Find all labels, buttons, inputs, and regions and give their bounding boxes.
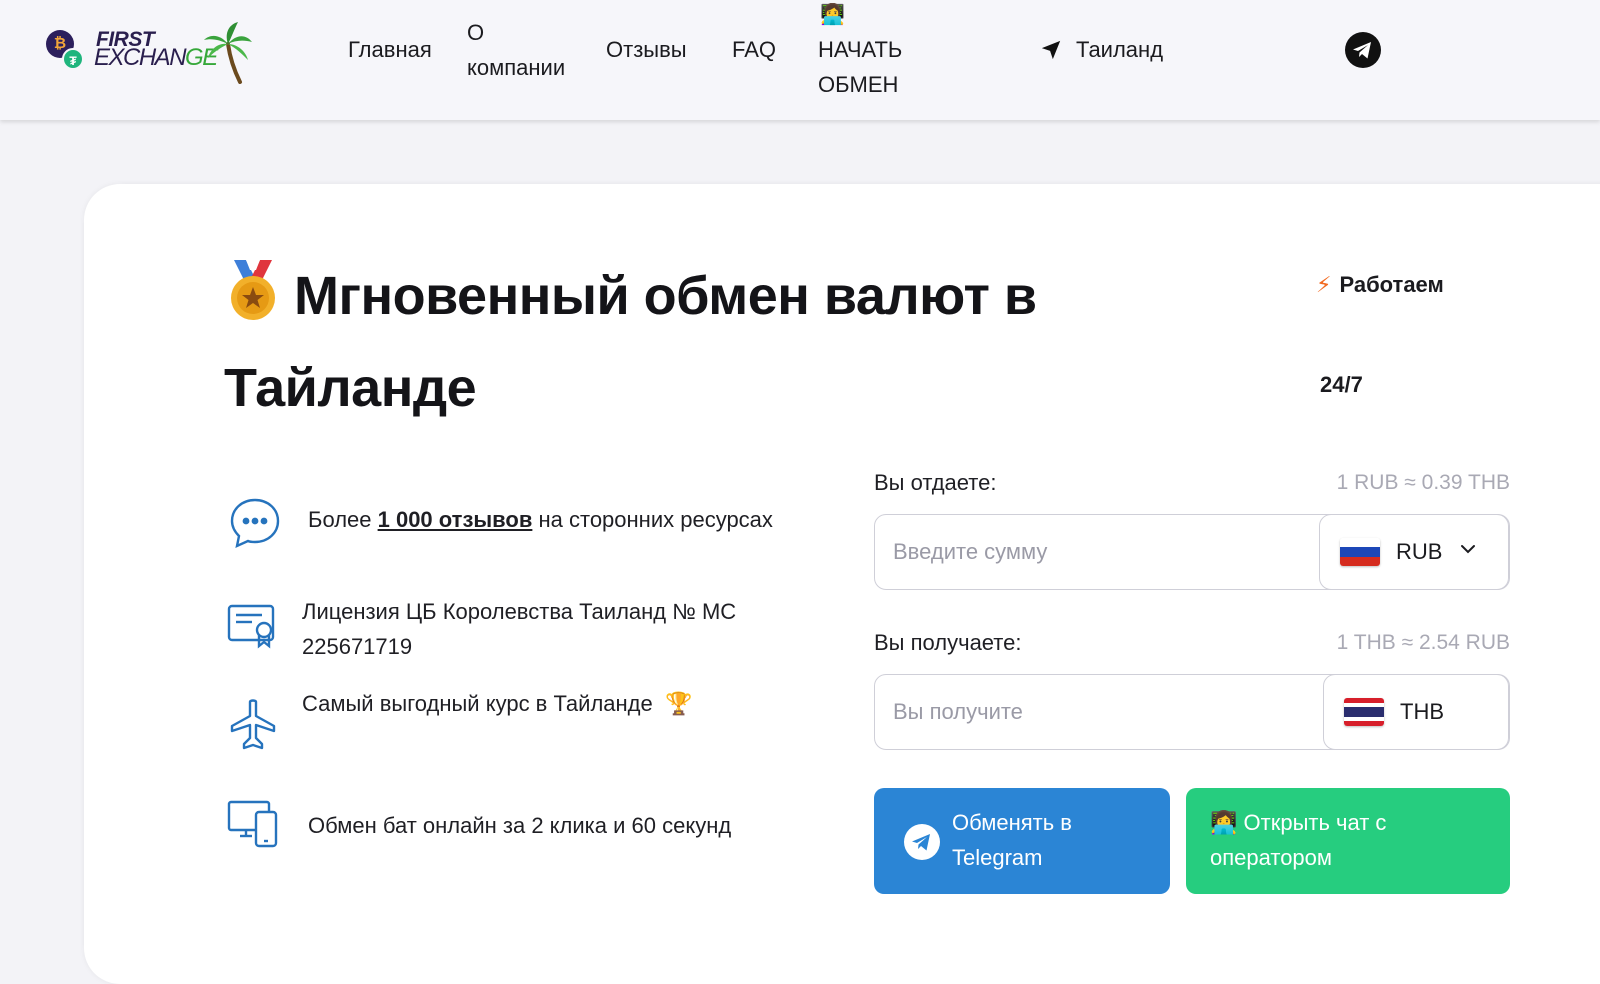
telegram-icon[interactable] — [1345, 32, 1381, 68]
title-line2: Тайланде — [224, 358, 477, 418]
exchange-telegram-button[interactable]: Обменять в Telegram — [874, 788, 1170, 894]
devices-icon — [227, 800, 278, 848]
give-amount-input[interactable] — [893, 533, 1313, 571]
give-currency-label: RUB — [1396, 539, 1443, 564]
title-line1: Мгновенный обмен валют в — [294, 266, 1037, 326]
receive-rate: 1 THB ≈ 2.54 RUB — [1336, 631, 1510, 654]
tether-icon: ₮ — [62, 48, 84, 70]
location-label: Таиланд — [1076, 36, 1164, 62]
nav-home[interactable]: Главная — [348, 32, 432, 67]
exchange-telegram-label: Обменять в Telegram — [952, 810, 1072, 870]
telegram-icon — [904, 824, 940, 860]
airplane-icon — [230, 699, 276, 750]
logo[interactable]: ₿ ₮ FIRST EXCHANGE — [44, 22, 254, 86]
give-currency-select[interactable]: RUB — [1319, 514, 1509, 590]
feature-reviews-text: Более 1 000 отзывов на сторонних ресурса… — [308, 507, 773, 532]
feature-online-text: Обмен бат онлайн за 2 клика и 60 секунд — [308, 813, 732, 838]
give-rate: 1 RUB ≈ 0.39 THB — [1336, 471, 1510, 494]
give-field: RUB — [874, 514, 1510, 590]
page-title: Мгновенный обмен валют в Тайланде — [224, 250, 1124, 434]
medal-icon — [231, 260, 275, 320]
give-label: Вы отдаете: — [874, 470, 997, 495]
receive-field: THB — [874, 674, 1510, 750]
receive-currency-select[interactable]: THB — [1323, 674, 1509, 750]
open-operator-chat-button[interactable]: 👩‍💻 Открыть чат с оператором — [1186, 788, 1510, 894]
status-label: Работаем — [1339, 272, 1444, 297]
nav-reviews[interactable]: Отзывы — [606, 32, 687, 67]
certificate-icon — [227, 604, 275, 649]
thailand-flag-icon — [1344, 698, 1384, 726]
nav-start-line2: ОБМЕН — [818, 72, 899, 97]
palm-tree-icon — [204, 22, 252, 84]
operator-emoji-icon: 👩‍💻 — [820, 4, 845, 26]
chevron-down-icon — [1461, 545, 1475, 554]
nav-start-line1: НАЧАТЬ — [818, 37, 903, 62]
lightning-icon: ⚡ — [1316, 272, 1332, 297]
logo-exchange-text: EXCHANGE — [94, 44, 218, 71]
navigation-arrow-icon — [1041, 40, 1061, 59]
nav-start-exchange[interactable]: НАЧАТЬ ОБМЕН — [818, 32, 902, 102]
working-status: ⚡ Работаем — [1316, 272, 1444, 298]
feature-license-text: Лицензия ЦБ Королевства Таиланд № МС 225… — [302, 599, 737, 659]
trophy-icon: 🏆 — [664, 691, 693, 716]
chat-bubble-icon — [230, 498, 280, 549]
working-hours: 24/7 — [1320, 372, 1363, 397]
nav-faq[interactable]: FAQ — [732, 32, 776, 67]
site-header: ₿ ₮ FIRST EXCHANGE Главная О компании От… — [0, 0, 1600, 120]
nav-about-line2: компании — [467, 55, 566, 80]
russia-flag-icon — [1340, 538, 1380, 566]
reviews-link[interactable]: 1 000 отзывов — [378, 507, 533, 532]
receive-label: Вы получаете: — [874, 630, 1022, 655]
location-selector[interactable]: Таиланд — [1040, 32, 1163, 67]
open-operator-chat-label: 👩‍💻 Открыть чат с оператором — [1210, 810, 1387, 870]
operator-emoji-icon: 👩‍💻 — [1210, 810, 1238, 835]
receive-currency-label: THB — [1400, 699, 1444, 724]
feature-rate-text: Самый выгодный курс в Тайланде 🏆 — [302, 691, 693, 716]
nav-about[interactable]: О компании — [467, 15, 565, 85]
nav-about-line1: О — [467, 20, 485, 45]
receive-amount-input[interactable] — [893, 693, 1313, 731]
